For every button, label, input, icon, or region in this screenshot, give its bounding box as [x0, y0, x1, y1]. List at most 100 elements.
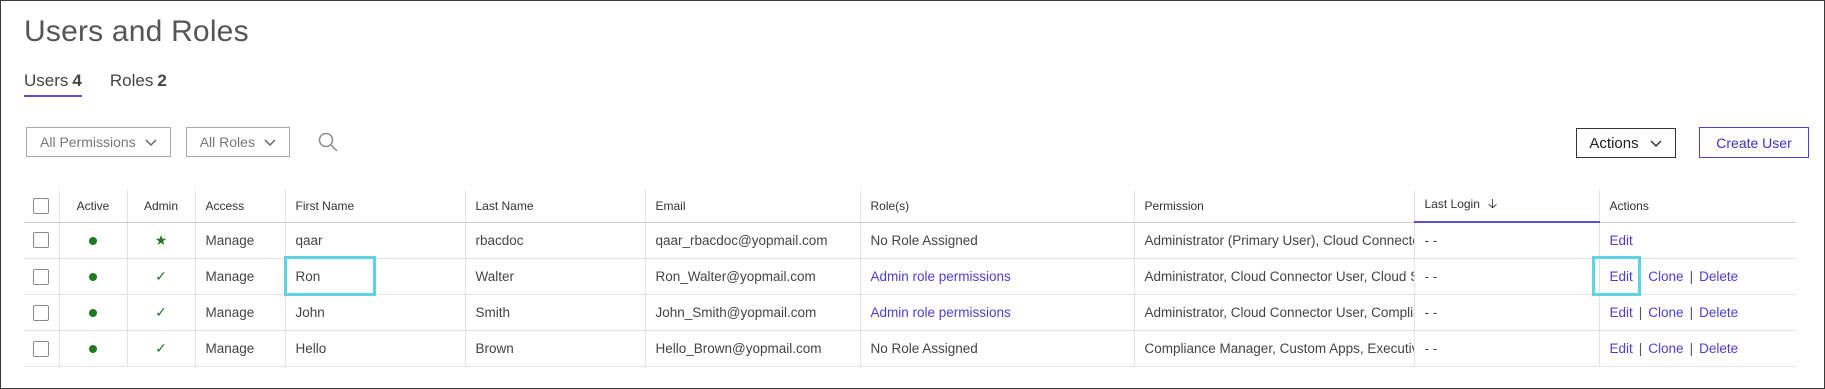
row-select-cell	[24, 330, 60, 367]
permissions-filter-dropdown[interactable]: All Permissions	[26, 127, 171, 157]
active-status-dot-icon	[89, 237, 97, 246]
col-header-email[interactable]: Email	[645, 190, 861, 223]
active-cell	[59, 330, 128, 367]
permissions-filter-value: All Permissions	[40, 134, 136, 150]
col-header-first-name[interactable]: First Name	[285, 190, 466, 223]
table-row: ✓ Manage Ron Walter Ron_Walter@yopmail.c…	[24, 258, 1796, 295]
permission-cell: Compliance Manager, Custom Apps, Executi…	[1134, 330, 1415, 367]
last-name-cell: Walter	[465, 258, 646, 295]
chevron-down-icon	[145, 139, 157, 147]
col-header-last-login[interactable]: Last Login 🡣	[1414, 190, 1600, 223]
table-row: ✓ Manage Hello Brown Hello_Brown@yopmail…	[24, 330, 1796, 367]
delete-link[interactable]: Delete	[1699, 341, 1738, 356]
admin-cell: ★	[127, 222, 196, 259]
page-title: Users and Roles	[24, 15, 249, 48]
sort-descending-icon: 🡣	[1487, 195, 1498, 211]
select-all-checkbox[interactable]	[33, 197, 50, 214]
tab-users-label: Users	[24, 71, 69, 90]
actions-cell: Edit | Clone | Delete	[1599, 330, 1796, 367]
col-header-roles[interactable]: Role(s)	[860, 190, 1135, 223]
col-header-permission[interactable]: Permission	[1134, 190, 1415, 223]
actions-cell: Edit	[1599, 222, 1796, 259]
col-header-access[interactable]: Access	[195, 190, 286, 223]
row-select-cell	[24, 222, 60, 259]
admin-check-icon: ✓	[155, 340, 167, 356]
search-icon[interactable]	[316, 130, 340, 154]
tab-bar: Users 4 Roles 2	[24, 71, 167, 97]
admin-check-icon: ✓	[155, 268, 167, 284]
create-user-button[interactable]: Create User	[1699, 127, 1809, 158]
tab-roles[interactable]: Roles 2	[110, 71, 167, 97]
admin-cell: ✓	[127, 330, 196, 367]
active-status-dot-icon	[89, 309, 97, 318]
link-separator: |	[1689, 341, 1694, 356]
clone-link[interactable]: Clone	[1648, 305, 1683, 320]
edit-link[interactable]: Edit	[1610, 233, 1633, 248]
table-row: ✓ Manage John Smith John_Smith@yopmail.c…	[24, 294, 1796, 331]
first-name-cell: qaar	[285, 222, 466, 259]
table-header-row: Active Admin Access First Name Last Name…	[24, 190, 1796, 223]
users-table: Active Admin Access First Name Last Name…	[24, 190, 1796, 367]
tab-users[interactable]: Users 4	[24, 71, 82, 97]
tab-users-count: 4	[72, 71, 82, 90]
clone-link[interactable]: Clone	[1648, 269, 1683, 284]
roles-cell: Admin role permissions	[860, 294, 1135, 331]
active-status-dot-icon	[89, 345, 97, 354]
primary-admin-star-icon: ★	[154, 231, 168, 248]
filter-bar: All Permissions All Roles	[26, 127, 340, 157]
row-checkbox[interactable]	[33, 232, 50, 249]
clone-link[interactable]: Clone	[1648, 341, 1683, 356]
col-header-admin[interactable]: Admin	[127, 190, 196, 223]
tab-roles-count: 2	[157, 71, 167, 90]
role-link[interactable]: Admin role permissions	[871, 305, 1011, 320]
permission-cell: Administrator, Cloud Connector User, Com…	[1134, 294, 1415, 331]
first-name-cell: Ron	[285, 258, 466, 295]
link-separator: |	[1638, 269, 1643, 284]
first-name-cell: Hello	[285, 330, 466, 367]
last-login-cell: - -	[1414, 294, 1600, 331]
roles-cell: No Role Assigned	[860, 222, 1135, 259]
edit-link[interactable]: Edit	[1610, 341, 1633, 356]
actions-cell: Edit | Clone | Delete	[1599, 294, 1796, 331]
actions-menu-button[interactable]: Actions	[1576, 128, 1676, 158]
delete-link[interactable]: Delete	[1699, 305, 1738, 320]
row-checkbox[interactable]	[33, 304, 50, 321]
col-header-last-name[interactable]: Last Name	[465, 190, 646, 223]
email-cell: Hello_Brown@yopmail.com	[645, 330, 861, 367]
last-login-cell: - -	[1414, 330, 1600, 367]
roles-filter-dropdown[interactable]: All Roles	[185, 127, 290, 157]
access-cell: Manage	[195, 330, 286, 367]
chevron-down-icon	[1650, 140, 1662, 148]
first-name-cell: John	[285, 294, 466, 331]
edit-link[interactable]: Edit	[1610, 269, 1633, 284]
admin-check-icon: ✓	[155, 304, 167, 320]
row-checkbox[interactable]	[33, 340, 50, 357]
last-login-cell: - -	[1414, 258, 1600, 295]
chevron-down-icon	[264, 139, 276, 147]
role-link[interactable]: Admin role permissions	[871, 269, 1011, 284]
last-name-cell: rbacdoc	[465, 222, 646, 259]
last-name-cell: Smith	[465, 294, 646, 331]
col-header-active[interactable]: Active	[59, 190, 128, 223]
link-separator: |	[1689, 305, 1694, 320]
delete-link[interactable]: Delete	[1699, 269, 1738, 284]
table-row: ★ Manage qaar rbacdoc qaar_rbacdoc@yopma…	[24, 222, 1796, 259]
active-cell	[59, 258, 128, 295]
row-checkbox[interactable]	[33, 268, 50, 285]
email-cell: qaar_rbacdoc@yopmail.com	[645, 222, 861, 259]
permission-cell: Administrator (Primary User), Cloud Conn…	[1134, 222, 1415, 259]
actions-menu-label: Actions	[1589, 134, 1639, 152]
last-name-cell: Brown	[465, 330, 646, 367]
admin-cell: ✓	[127, 294, 196, 331]
select-all-cell	[24, 190, 60, 223]
link-separator: |	[1689, 269, 1694, 284]
col-header-last-login-label: Last Login	[1424, 196, 1480, 211]
edit-link[interactable]: Edit	[1610, 305, 1633, 320]
row-select-cell	[24, 258, 60, 295]
last-login-cell: - -	[1414, 222, 1600, 259]
roles-filter-value: All Roles	[199, 134, 255, 150]
actions-cell: Edit | Clone | Delete	[1599, 258, 1796, 295]
users-and-roles-panel: Users and Roles Users 4 Roles 2 All Permis…	[0, 0, 1825, 389]
col-header-actions: Actions	[1599, 190, 1796, 223]
active-cell	[59, 222, 128, 259]
